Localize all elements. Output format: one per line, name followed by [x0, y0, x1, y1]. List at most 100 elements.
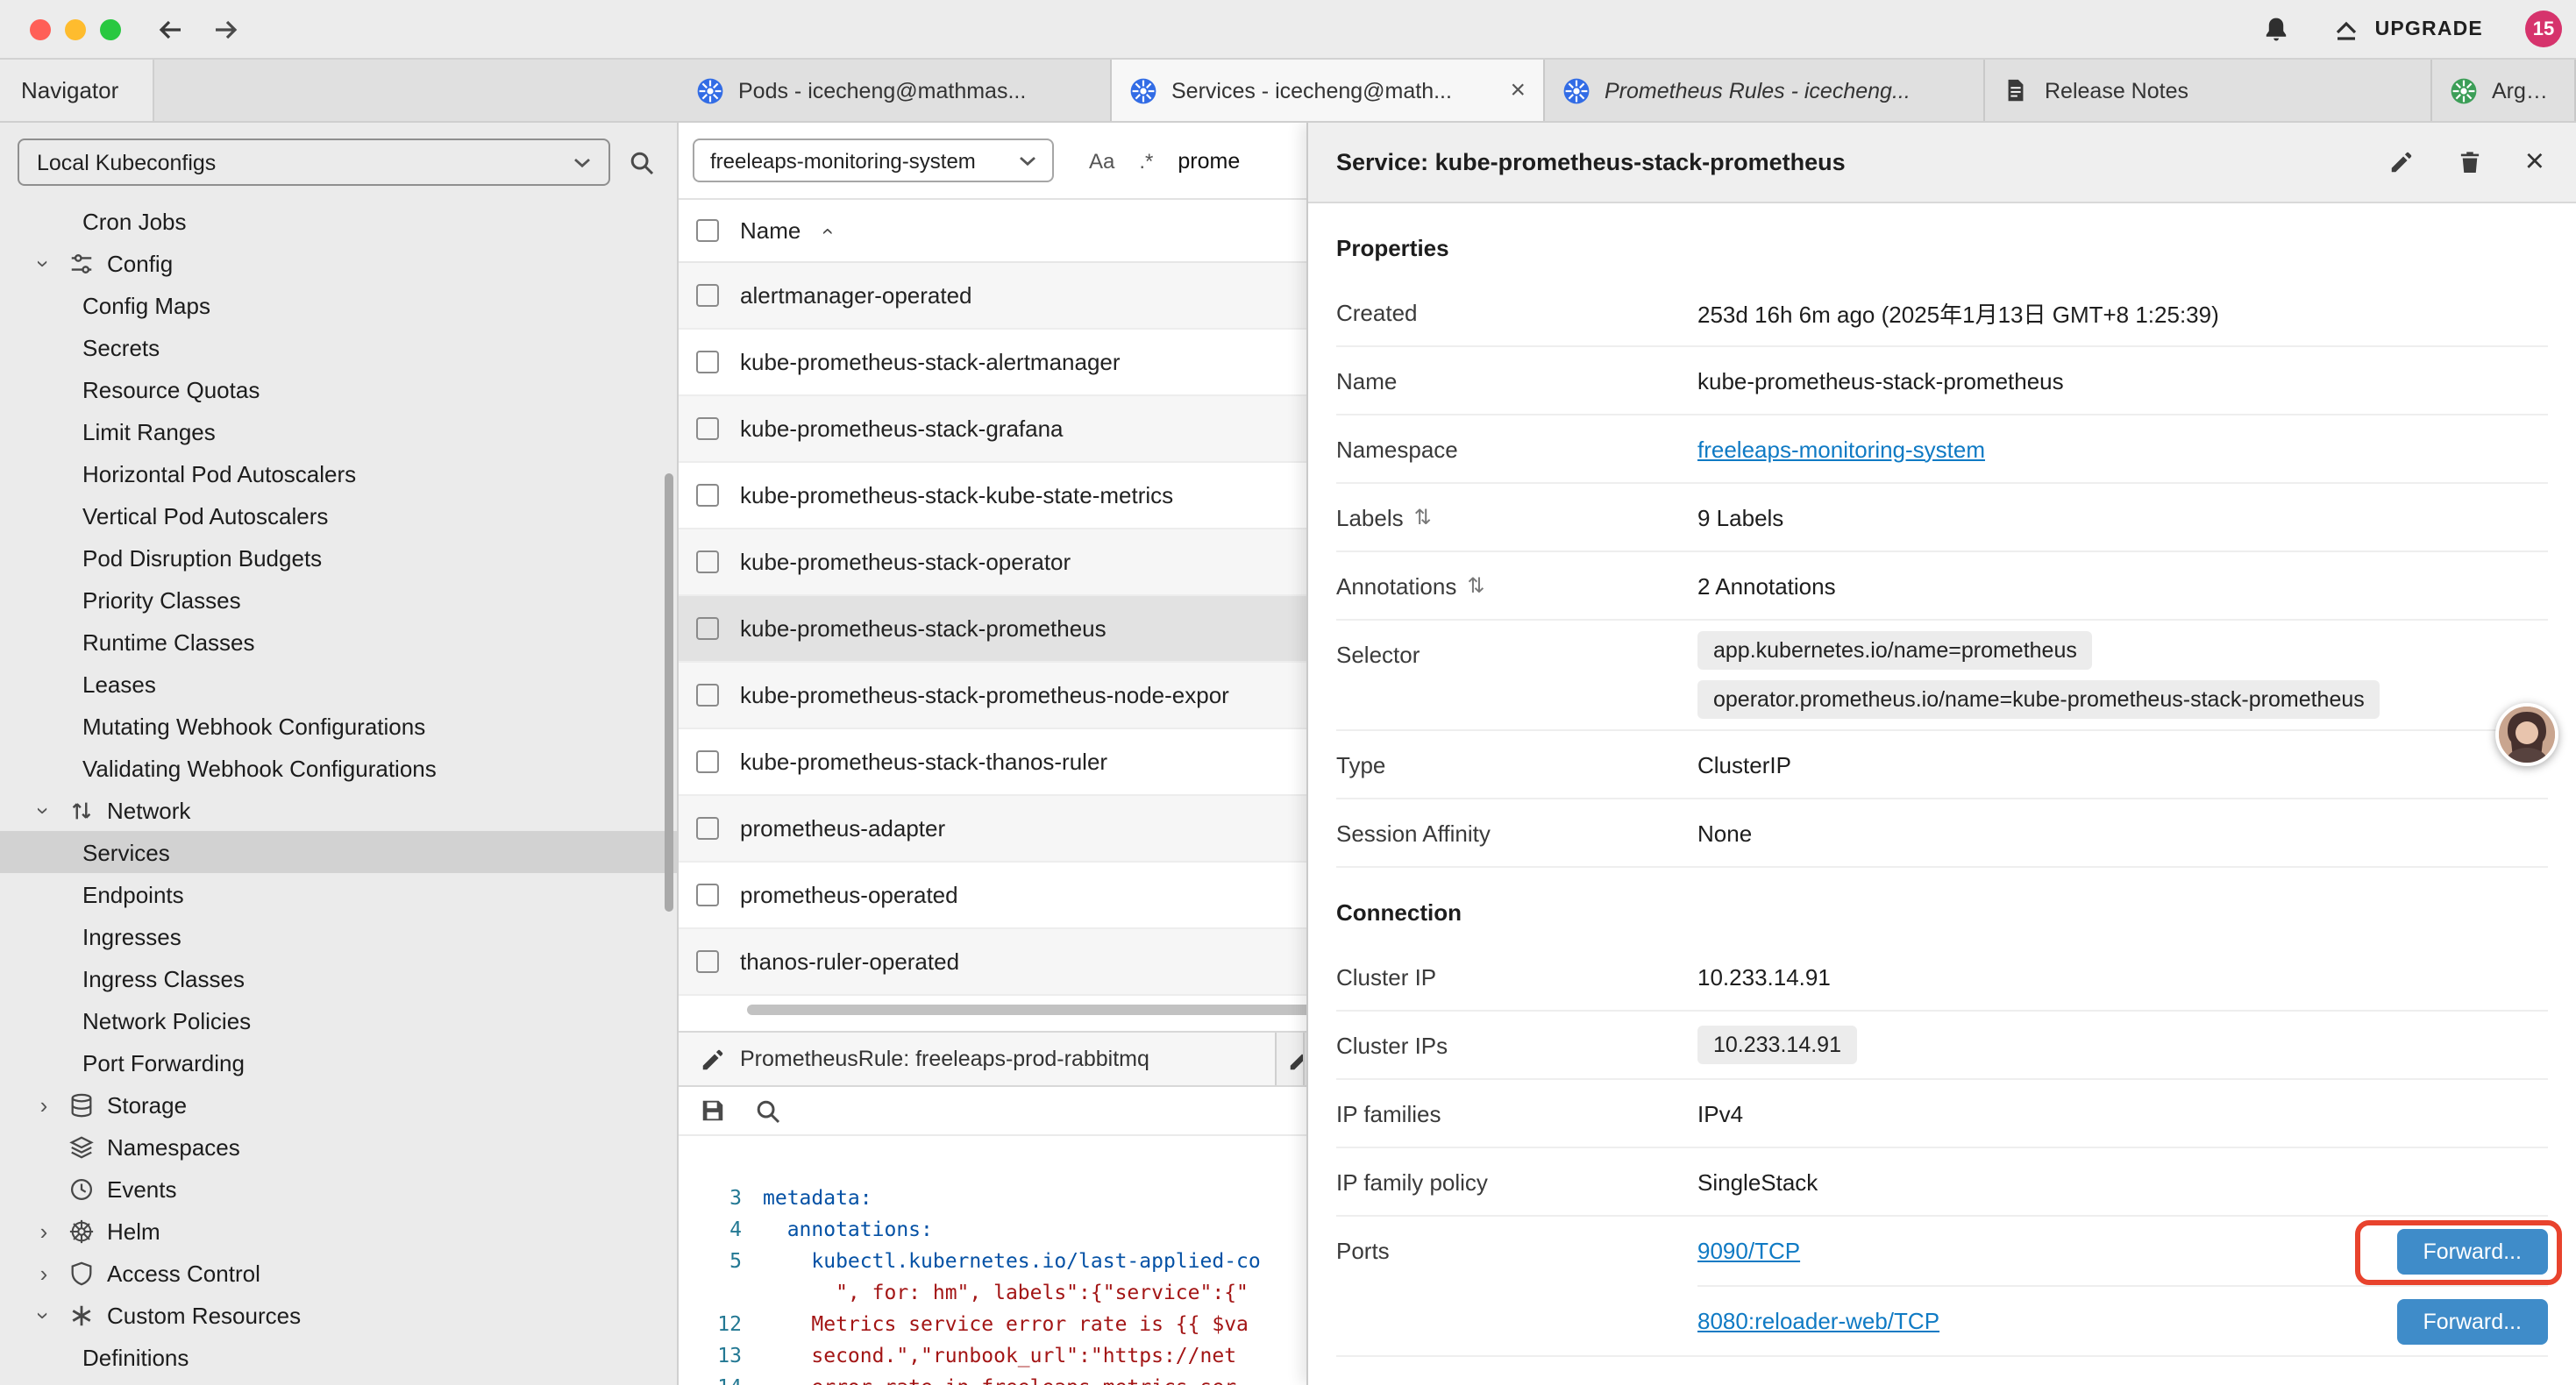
expand-toggle-icon[interactable]: ⇅	[1467, 573, 1484, 598]
sidebar-item-storage[interactable]: ›Storage	[0, 1083, 677, 1126]
row-checkbox[interactable]	[696, 950, 719, 973]
search-input[interactable]: Aa .* prome	[1089, 148, 1240, 173]
floating-avatar[interactable]	[2495, 703, 2558, 766]
chevron-right-icon[interactable]: ›	[32, 1218, 56, 1244]
sidebar-item-validating-webhook-configurations[interactable]: Validating Webhook Configurations	[0, 747, 677, 789]
sidebar-item-helm[interactable]: ›Helm	[0, 1210, 677, 1252]
chevron-down-icon	[1019, 155, 1036, 166]
sidebar-item-network-policies[interactable]: Network Policies	[0, 999, 677, 1041]
sidebar-item-definitions[interactable]: Definitions	[0, 1336, 677, 1378]
sidebar-item-label: Horizontal Pod Autoscalers	[82, 460, 356, 487]
notifications-bell-icon[interactable]	[2263, 15, 2291, 43]
sidebar-item-config[interactable]: ›Config	[0, 242, 677, 284]
expand-toggle-icon[interactable]: ⇅	[1414, 505, 1432, 529]
property-label-text: IP family policy	[1336, 1168, 1488, 1195]
properties-section: Created253d 16h 6m ago (2025年1月13日 GMT+8…	[1336, 279, 2548, 868]
line-number: 5	[679, 1245, 763, 1276]
sidebar-item-resource-quotas[interactable]: Resource Quotas	[0, 368, 677, 410]
app-tab-argo-s[interactable]: Argo S	[2432, 60, 2576, 121]
namespace-link[interactable]: freeleaps-monitoring-system	[1697, 436, 1985, 462]
sidebar-item-cron-jobs[interactable]: Cron Jobs	[0, 200, 677, 242]
close-icon[interactable]: ×	[2525, 146, 2544, 179]
app-tab-services-icecheng-math[interactable]: Services - icecheng@math...×	[1112, 60, 1545, 121]
sidebar-item-ingresses[interactable]: Ingresses	[0, 915, 677, 957]
upgrade-button[interactable]: UPGRADE	[2333, 15, 2483, 43]
sidebar-scrollbar[interactable]	[665, 473, 673, 912]
port-forward-button[interactable]: Forward...	[2396, 1228, 2548, 1274]
notification-count-badge[interactable]: 15	[2525, 11, 2562, 47]
window-close-button[interactable]	[30, 18, 51, 39]
close-tab-icon[interactable]: ×	[1510, 75, 1526, 105]
row-checkbox[interactable]	[696, 884, 719, 906]
chevron-down-icon[interactable]: ›	[31, 1303, 57, 1327]
editor-tab-prometheusrule[interactable]: PrometheusRule: freeleaps-prod-rabbitmq	[679, 1033, 1277, 1085]
chevron-right-icon[interactable]: ›	[32, 1091, 56, 1118]
forward-button[interactable]	[212, 17, 240, 41]
row-checkbox[interactable]	[696, 617, 719, 640]
sidebar-item-config-maps[interactable]: Config Maps	[0, 284, 677, 326]
row-checkbox[interactable]	[696, 817, 719, 840]
kubeconfig-selector[interactable]: Local Kubeconfigs	[18, 138, 610, 186]
editor-tab-title: PrometheusRule: freeleaps-prod-rabbitmq	[740, 1047, 1149, 1071]
sidebar-search-icon[interactable]	[628, 148, 656, 176]
chevron-down-icon[interactable]: ›	[31, 798, 57, 822]
sidebar-item-custom-resources[interactable]: ›Custom Resources	[0, 1294, 677, 1336]
port-forward-button[interactable]: Forward...	[2396, 1298, 2548, 1344]
row-checkbox[interactable]	[696, 684, 719, 707]
sidebar-item-horizontal-pod-autoscalers[interactable]: Horizontal Pod Autoscalers	[0, 452, 677, 494]
app-tab-prometheus-rules-icecheng[interactable]: Prometheus Rules - icecheng...	[1545, 60, 1985, 121]
regex-toggle[interactable]: .*	[1139, 148, 1153, 173]
drawer-actions: ×	[2388, 146, 2544, 179]
sidebar-item-secrets[interactable]: Secrets	[0, 326, 677, 368]
case-sensitive-toggle[interactable]: Aa	[1089, 148, 1114, 173]
row-checkbox[interactable]	[696, 351, 719, 373]
upgrade-icon	[2333, 15, 2361, 43]
sidebar-item-leases[interactable]: Leases	[0, 663, 677, 705]
name-column-header[interactable]: Name	[740, 217, 801, 244]
sidebar-item-priority-classes[interactable]: Priority Classes	[0, 579, 677, 621]
property-label: Namespace	[1336, 436, 1697, 462]
kubeconfig-selector-value: Local Kubeconfigs	[37, 150, 216, 174]
sidebar-item-vertical-pod-autoscalers[interactable]: Vertical Pod Autoscalers	[0, 494, 677, 536]
code-text: ", for: hm", labels":{"service":{"	[763, 1276, 1249, 1308]
editor-search-icon[interactable]	[754, 1097, 782, 1125]
chevron-down-icon[interactable]: ›	[31, 251, 57, 275]
sidebar-item-mutating-webhook-configurations[interactable]: Mutating Webhook Configurations	[0, 705, 677, 747]
sidebar-item-runtime-classes[interactable]: Runtime Classes	[0, 621, 677, 663]
sidebar-item-network[interactable]: ›Network	[0, 789, 677, 831]
editor-tab-partial[interactable]	[1277, 1033, 1305, 1085]
row-checkbox[interactable]	[696, 484, 719, 507]
property-label: Type	[1336, 751, 1697, 778]
kubernetes-icon	[1562, 76, 1590, 104]
sidebar-item-events[interactable]: Events	[0, 1168, 677, 1210]
app-tab-pods-icecheng-mathmas[interactable]: Pods - icecheng@mathmas...	[679, 60, 1112, 121]
sidebar-item-pod-disruption-budgets[interactable]: Pod Disruption Budgets	[0, 536, 677, 579]
edit-pencil-icon[interactable]	[2388, 149, 2415, 175]
chevron-right-icon[interactable]: ›	[32, 1260, 56, 1286]
window-maximize-button[interactable]	[100, 18, 121, 39]
namespace-selector[interactable]: freeleaps-monitoring-system	[693, 138, 1054, 182]
select-all-checkbox[interactable]	[696, 219, 719, 242]
back-button[interactable]	[156, 17, 184, 41]
sidebar-item-port-forwarding[interactable]: Port Forwarding	[0, 1041, 677, 1083]
sidebar-item-endpoints[interactable]: Endpoints	[0, 873, 677, 915]
sidebar-item-services[interactable]: Services	[0, 831, 677, 873]
sidebar-item-ingress-classes[interactable]: Ingress Classes	[0, 957, 677, 999]
delete-trash-icon[interactable]	[2457, 149, 2483, 175]
sidebar-item-namespaces[interactable]: Namespaces	[0, 1126, 677, 1168]
navigator-panel-tab[interactable]: Navigator	[0, 60, 154, 121]
row-checkbox[interactable]	[696, 284, 719, 307]
row-checkbox[interactable]	[696, 550, 719, 573]
port-link[interactable]: 8080:reloader-web/TCP	[1697, 1308, 1939, 1334]
sidebar-item-label: Leases	[82, 671, 156, 697]
sidebar-item-limit-ranges[interactable]: Limit Ranges	[0, 410, 677, 452]
port-link[interactable]: 9090/TCP	[1697, 1238, 1800, 1264]
row-checkbox[interactable]	[696, 750, 719, 773]
save-icon[interactable]	[700, 1097, 726, 1124]
sidebar-item-access-control[interactable]: ›Access Control	[0, 1252, 677, 1294]
row-checkbox[interactable]	[696, 417, 719, 440]
sidebar-item-label: Port Forwarding	[82, 1049, 245, 1076]
window-minimize-button[interactable]	[65, 18, 86, 39]
app-tab-release-notes[interactable]: Release Notes	[1985, 60, 2432, 121]
property-label-text: Namespace	[1336, 436, 1458, 462]
